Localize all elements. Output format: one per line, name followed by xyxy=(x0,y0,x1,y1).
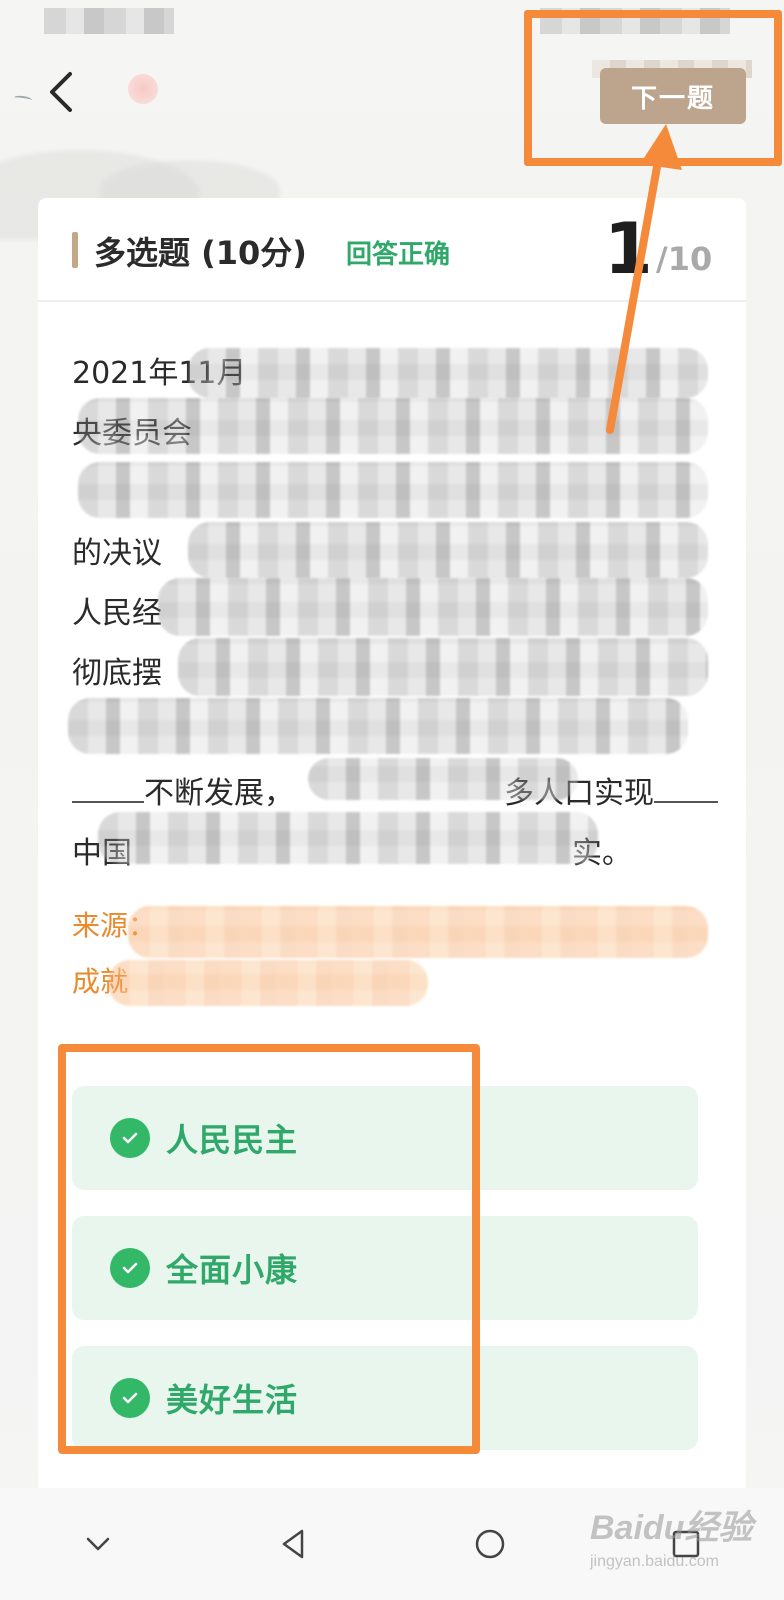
redacted-text xyxy=(308,758,578,800)
home-circle-icon xyxy=(475,1529,505,1559)
nav-collapse-button[interactable] xyxy=(68,1514,128,1574)
redacted-text xyxy=(178,638,708,696)
redacted-text xyxy=(188,348,708,398)
redacted-text xyxy=(78,398,708,454)
redacted-text xyxy=(98,812,598,864)
question-total: /10 xyxy=(656,240,713,278)
chevron-down-icon xyxy=(86,1537,110,1551)
redacted-source xyxy=(128,906,708,958)
status-bar-blurred xyxy=(44,8,174,34)
redacted-text xyxy=(68,698,688,754)
answer-status: 回答正确 xyxy=(346,240,451,270)
accent-bar xyxy=(72,232,78,268)
nav-home-button[interactable] xyxy=(460,1514,520,1574)
redacted-source xyxy=(108,960,428,1006)
bird-decoration xyxy=(13,94,33,104)
back-button[interactable] xyxy=(44,70,84,114)
highlight-box-options xyxy=(58,1044,480,1454)
quiz-screen: 下一题 多选题 (10分) 回答正确 1 /10 2021年11月 央委员会 的… xyxy=(0,0,784,1600)
redacted-text xyxy=(158,578,708,636)
redacted-text xyxy=(78,462,708,518)
sun-decoration xyxy=(128,74,158,104)
card-header: 多选题 (10分) 回答正确 1 /10 xyxy=(38,198,746,302)
question-type: 多选题 (10分) xyxy=(94,234,307,272)
watermark-main: Baidu经验 xyxy=(590,1509,753,1547)
redacted-text xyxy=(188,522,708,578)
nav-back-button[interactable] xyxy=(264,1514,324,1574)
baidu-watermark: Baidu经验 jingyan.baidu.com xyxy=(590,1500,780,1590)
watermark-sub: jingyan.baidu.com xyxy=(590,1553,719,1570)
answer-blank xyxy=(654,767,718,803)
chevron-left-icon xyxy=(50,72,72,112)
answer-blank xyxy=(72,767,144,803)
highlight-box-next xyxy=(524,10,782,166)
question-line-text: 不断发展， xyxy=(144,776,294,811)
back-triangle-icon xyxy=(282,1529,304,1559)
question-current-number: 1 xyxy=(604,208,653,290)
